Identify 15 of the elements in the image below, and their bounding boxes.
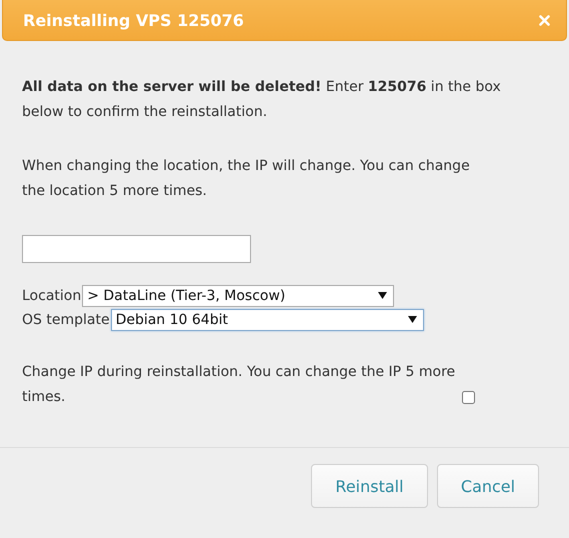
dialog-title: Reinstalling VPS 125076 xyxy=(23,10,244,30)
select-label: OS template xyxy=(22,312,110,328)
select-label: Location xyxy=(22,288,82,304)
dropdown[interactable]: Debian 10 64bit xyxy=(110,308,424,330)
warning-text: All data on the server will be deleted! Enter 125076 in the box below to confirm the reinstallation. xyxy=(22,78,502,122)
close-icon[interactable] xyxy=(539,14,550,26)
cancel-button[interactable]: Cancel xyxy=(437,464,539,508)
confirm-input-field[interactable] xyxy=(22,235,251,263)
caret-icon xyxy=(378,292,388,299)
change-ip-checkbox[interactable] xyxy=(462,391,475,404)
caret-icon xyxy=(408,316,417,323)
dropdown[interactable]: > DataLine (Tier-3, Moscow) xyxy=(82,284,394,306)
change-ip-label: Change IP during reinstallation. You can change the IP 5 more times. xyxy=(22,363,456,407)
reinstall-button[interactable]: Reinstall xyxy=(311,464,428,508)
location-note: When changing the location, the IP will change. You can change the location 5 more times. xyxy=(22,157,471,201)
